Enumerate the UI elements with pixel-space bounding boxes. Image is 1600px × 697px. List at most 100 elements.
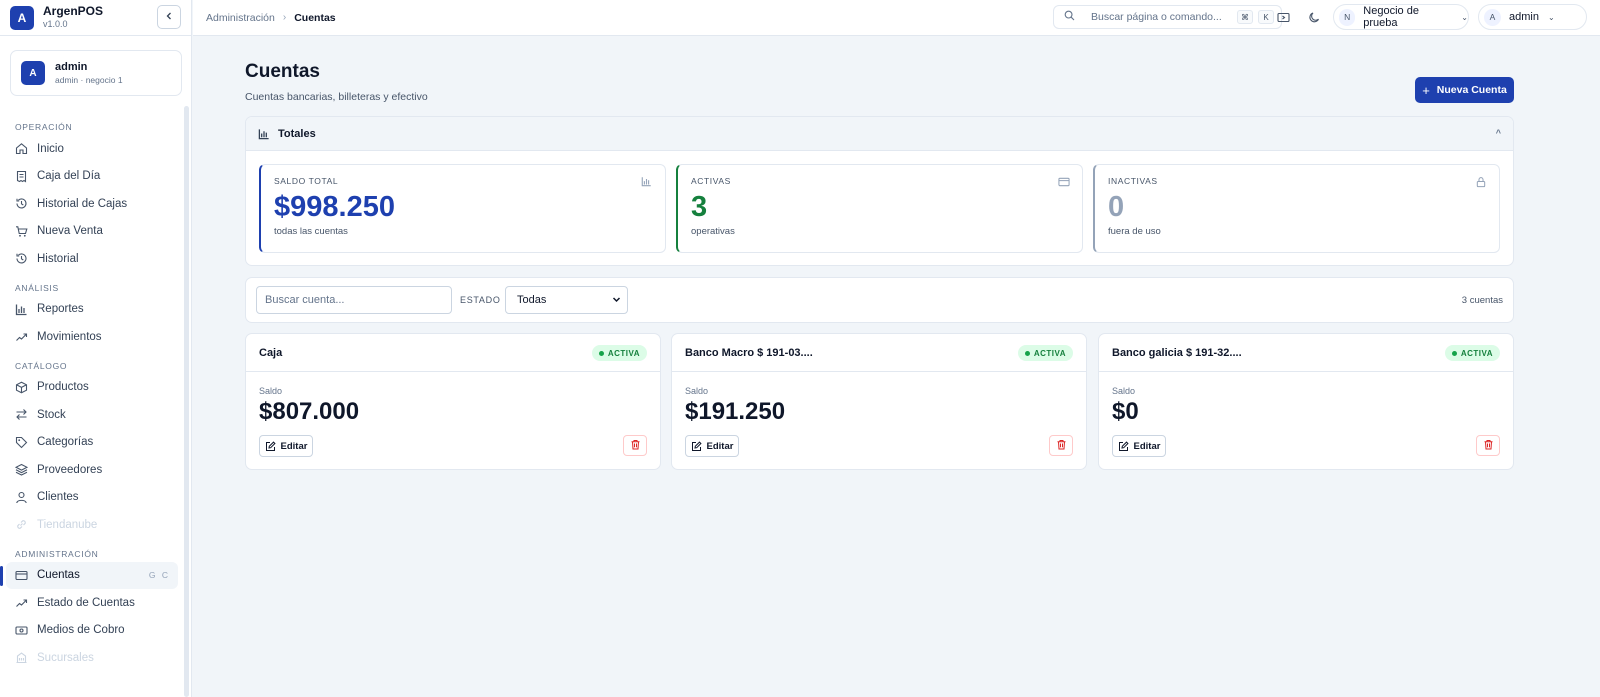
estado-label: ESTADO bbox=[460, 295, 501, 305]
sidebar-item-label: Clientes bbox=[37, 491, 79, 504]
sidebar-item-movimientos[interactable]: Movimientos bbox=[6, 323, 178, 351]
delete-button[interactable] bbox=[1476, 435, 1500, 456]
totals-header[interactable]: Totales ^ bbox=[246, 117, 1513, 151]
status-badge: ACTIVA bbox=[1444, 345, 1500, 361]
topbar: Administración › Cuentas Buscar página o… bbox=[193, 0, 1600, 36]
kbd-cmd: ⌘ bbox=[1237, 10, 1253, 24]
building-icon bbox=[15, 651, 28, 664]
sidebar-item-estado-de-cuentas[interactable]: Estado de Cuentas bbox=[6, 589, 178, 617]
card-icon bbox=[15, 569, 28, 582]
chevron-down-icon bbox=[612, 295, 621, 306]
chevron-right-icon: › bbox=[282, 12, 287, 23]
status-dot bbox=[598, 350, 604, 356]
sidebar-scrollbar[interactable] bbox=[184, 106, 189, 697]
delete-button[interactable] bbox=[623, 435, 647, 456]
sidebar-item-stock[interactable]: Stock bbox=[6, 401, 178, 429]
nav-section-title: ANÁLISIS bbox=[15, 282, 59, 293]
sidebar-item-label: Historial bbox=[37, 252, 79, 265]
tag-icon bbox=[15, 436, 28, 449]
stat-value: $998.250 bbox=[274, 191, 395, 223]
account-search-input[interactable] bbox=[256, 286, 452, 314]
totals-panel: Totales ^ SALDO TOTAL $998.250 todas las… bbox=[245, 116, 1514, 266]
sidebar-item-label: Sucursales bbox=[37, 651, 94, 664]
avatar: A bbox=[21, 61, 45, 85]
sidebar-item-historial[interactable]: Historial bbox=[6, 245, 178, 273]
sidebar-item-categorias[interactable]: Categorías bbox=[6, 429, 178, 457]
swap-icon bbox=[15, 408, 28, 421]
sidebar: A ArgenPOS v1.0.0 A admin admin · negoci… bbox=[0, 0, 192, 697]
app-version: v1.0.0 bbox=[43, 18, 68, 29]
chevron-down-icon: ⌄ bbox=[1461, 12, 1468, 22]
sidebar-item-sucursales[interactable]: Sucursales bbox=[6, 644, 178, 672]
sidebar-item-historial-de-cajas[interactable]: Historial de Cajas bbox=[6, 190, 178, 218]
nav-section-title: CATÁLOGO bbox=[15, 360, 68, 371]
sidebar-item-nueva-venta[interactable]: Nueva Venta bbox=[6, 218, 178, 246]
page-title: Cuentas bbox=[245, 61, 320, 82]
breadcrumb: Administración › Cuentas bbox=[206, 12, 336, 24]
banknote-icon bbox=[15, 624, 28, 637]
sidebar-item-label: Cuentas bbox=[37, 569, 80, 582]
present-icon[interactable] bbox=[1275, 9, 1291, 25]
sidebar-item-reportes[interactable]: Reportes bbox=[6, 296, 178, 324]
sidebar-item-label: Medios de Cobro bbox=[37, 624, 125, 637]
account-name: admin bbox=[1509, 11, 1539, 23]
status-badge: ACTIVA bbox=[1017, 345, 1073, 361]
sidebar-item-label: Tiendanube bbox=[37, 518, 98, 531]
sidebar-item-label: Estado de Cuentas bbox=[37, 596, 135, 609]
account-menu[interactable]: A admin ⌄ bbox=[1478, 4, 1587, 30]
sidebar-item-label: Productos bbox=[37, 381, 89, 394]
new-account-button[interactable]: + Nueva Cuenta bbox=[1415, 77, 1514, 103]
history-icon bbox=[15, 197, 28, 210]
command-search[interactable]: Buscar página o comando... ⌘ K bbox=[1053, 5, 1282, 29]
estado-select[interactable]: Todas bbox=[505, 286, 628, 314]
saldo-value: $191.250 bbox=[685, 398, 786, 425]
breadcrumb-item[interactable]: Administración bbox=[206, 12, 275, 24]
cart-icon bbox=[15, 225, 28, 238]
page-subtitle: Cuentas bancarias, billeteras y efectivo bbox=[245, 91, 428, 103]
moon-icon[interactable] bbox=[1306, 9, 1322, 25]
sidebar-item-tiendanube[interactable]: Tiendanube bbox=[6, 511, 178, 539]
user-role: admin · negocio 1 bbox=[55, 74, 123, 85]
sidebar-item-label: Historial de Cajas bbox=[37, 197, 128, 210]
saldo-value: $807.000 bbox=[259, 398, 360, 425]
kbd-k: K bbox=[1258, 10, 1274, 24]
user-card[interactable]: A admin admin · negocio 1 bbox=[10, 50, 182, 96]
edit-button[interactable]: Editar bbox=[259, 435, 313, 457]
saldo-value: $0 bbox=[1112, 398, 1139, 425]
business-selector[interactable]: N Negocio de prueba ⌄ bbox=[1333, 4, 1469, 30]
sidebar-item-caja-del-dia[interactable]: Caja del Día bbox=[6, 163, 178, 191]
edit-label: Editar bbox=[280, 440, 308, 452]
stat-sub: fuera de uso bbox=[1108, 226, 1161, 237]
status-dot bbox=[1451, 350, 1457, 356]
edit-icon bbox=[265, 440, 276, 452]
sidebar-item-cuentas[interactable]: Cuentas G C bbox=[0, 561, 178, 589]
sidebar-item-label: Reportes bbox=[37, 303, 84, 316]
collapse-sidebar-button[interactable] bbox=[157, 5, 181, 29]
sidebar-item-medios-de-cobro[interactable]: Medios de Cobro bbox=[6, 617, 178, 645]
bar-chart-icon bbox=[258, 128, 270, 140]
chevron-up-icon[interactable]: ^ bbox=[1496, 128, 1501, 138]
sidebar-nav: OPERACIÓN Inicio Caja del Día Historial … bbox=[0, 114, 184, 672]
sidebar-item-proveedores[interactable]: Proveedores bbox=[6, 456, 178, 484]
sidebar-item-label: Proveedores bbox=[37, 463, 103, 476]
edit-button[interactable]: Editar bbox=[1112, 435, 1166, 457]
bar-chart-icon bbox=[15, 303, 28, 316]
avatar: A bbox=[1484, 8, 1501, 26]
trend-icon bbox=[15, 596, 28, 609]
stat-inactivas: INACTIVAS 0 fuera de uso bbox=[1093, 164, 1500, 253]
chevron-down-icon: ⌄ bbox=[1547, 12, 1555, 22]
delete-button[interactable] bbox=[1049, 435, 1073, 456]
edit-label: Editar bbox=[1133, 440, 1161, 452]
sidebar-item-inicio[interactable]: Inicio bbox=[6, 135, 178, 163]
stat-label: INACTIVAS bbox=[1108, 176, 1158, 186]
trash-icon bbox=[630, 437, 641, 455]
sidebar-item-productos[interactable]: Productos bbox=[6, 374, 178, 402]
new-account-label: Nueva Cuenta bbox=[1436, 84, 1507, 96]
trash-icon bbox=[1056, 437, 1067, 455]
edit-button[interactable]: Editar bbox=[685, 435, 739, 457]
search-placeholder: Buscar página o comando... bbox=[1091, 11, 1222, 23]
lock-icon bbox=[1475, 176, 1487, 188]
sidebar-item-clientes[interactable]: Clientes bbox=[6, 484, 178, 512]
saldo-label: Saldo bbox=[259, 386, 283, 396]
stat-label: SALDO TOTAL bbox=[274, 176, 339, 186]
